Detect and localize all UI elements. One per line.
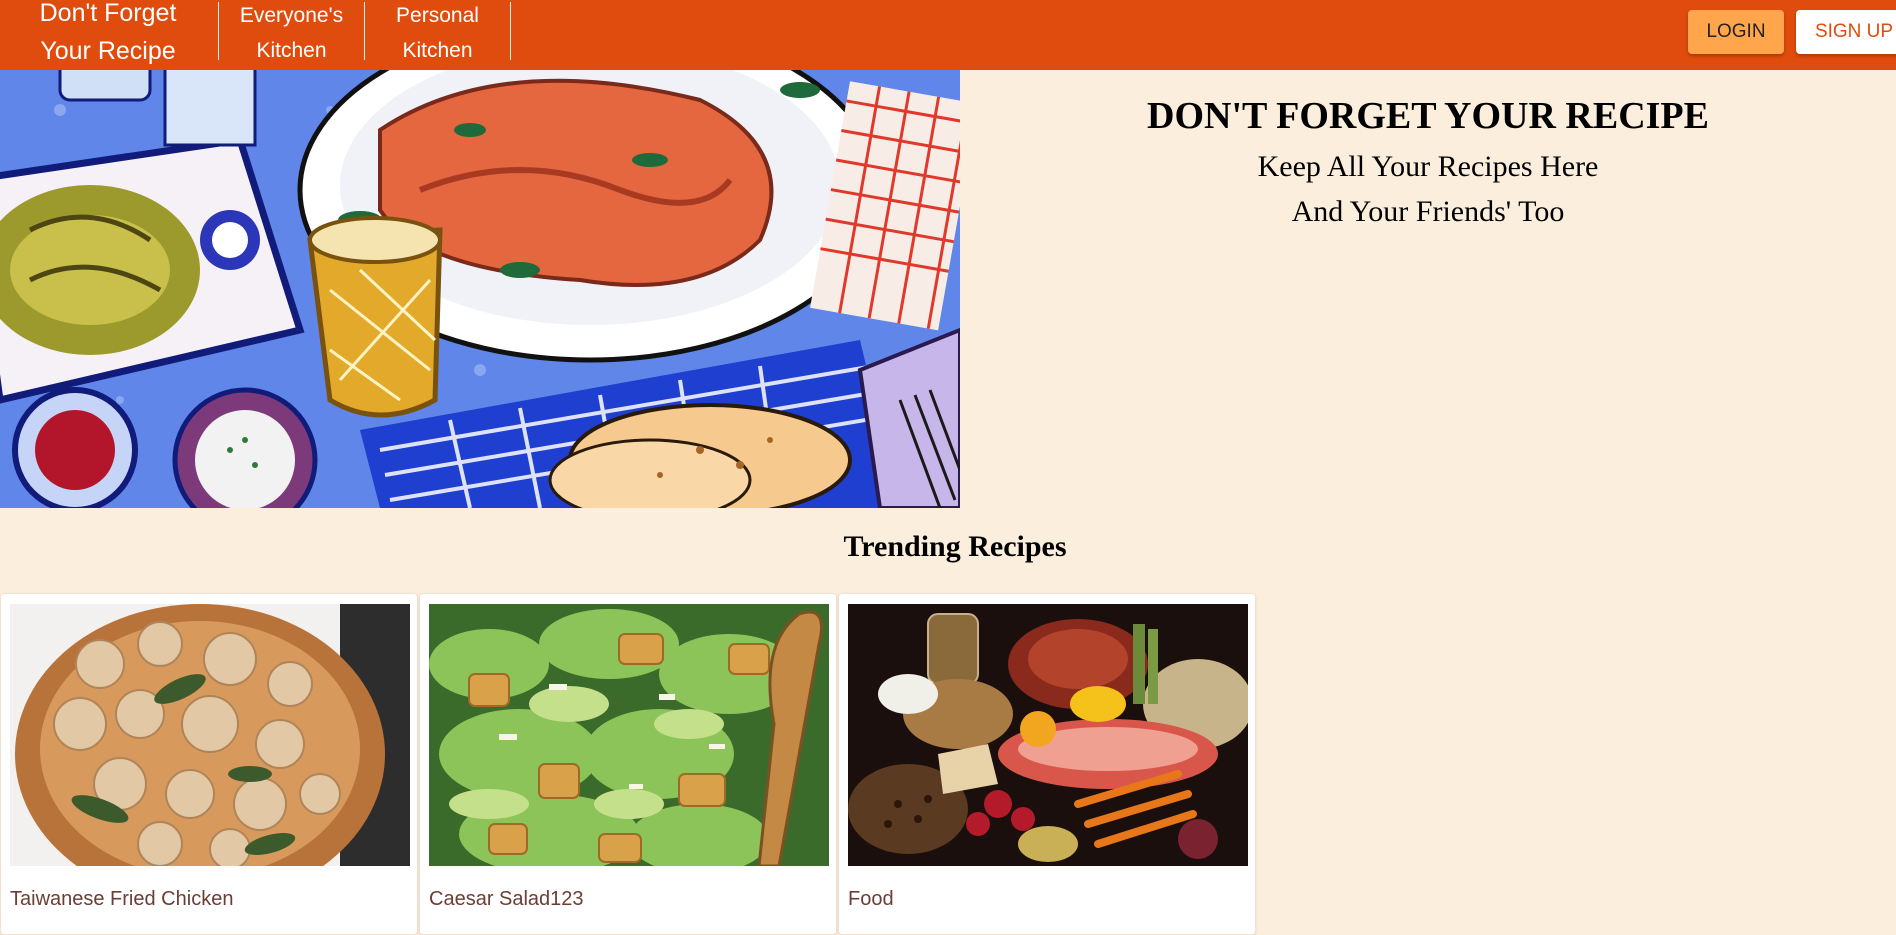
recipe-title: Food: [848, 888, 894, 910]
recipe-card[interactable]: Food: [838, 593, 1256, 935]
recipe-card[interactable]: Taiwanese Fried Chicken: [0, 593, 418, 935]
hero-subtitle-line1: Keep All Your Recipes Here: [1257, 150, 1599, 183]
nav-personal-kitchen[interactable]: Personal Kitchen: [364, 2, 511, 62]
nav-everyones-kitchen[interactable]: Everyone's Kitchen: [218, 2, 364, 62]
brand-line-1: Don't Forget: [39, 0, 177, 27]
hero-title: DON'T FORGET YOUR RECIPE: [1147, 95, 1709, 137]
nav-everyones-kitchen-line1: Everyone's: [239, 4, 344, 27]
recipe-title: Taiwanese Fried Chicken: [10, 888, 234, 910]
login-button[interactable]: LOGIN: [1688, 10, 1784, 54]
recipe-image-fried-chicken: [10, 604, 410, 866]
nav-personal-kitchen-line2: Kitchen: [402, 39, 473, 62]
nav-everyones-kitchen-line2: Kitchen: [256, 39, 327, 62]
recipe-card[interactable]: Caesar Salad123: [419, 593, 837, 935]
brand-logo-link[interactable]: Don't Forget Your Recipe: [18, 0, 198, 70]
recipe-title: Caesar Salad123: [429, 888, 584, 910]
brand-line-2: Your Recipe: [40, 37, 176, 65]
hero-food-illustration: [0, 70, 960, 508]
top-navigation-bar: Don't Forget Your Recipe Everyone's Kitc…: [0, 0, 1896, 70]
trending-recipes-heading: Trending Recipes: [843, 530, 1067, 563]
recipe-image-food: [848, 604, 1248, 866]
hero-subtitle: Keep All Your Recipes Here And Your Frie…: [960, 144, 1896, 234]
hero-subtitle-line2: And Your Friends' Too: [1291, 195, 1565, 228]
hero-text-block: DON'T FORGET YOUR RECIPE Keep All Your R…: [960, 70, 1896, 234]
recipe-image-caesar-salad: [429, 604, 829, 866]
signup-button[interactable]: SIGN UP: [1796, 10, 1896, 54]
nav-personal-kitchen-line1: Personal: [396, 4, 479, 27]
